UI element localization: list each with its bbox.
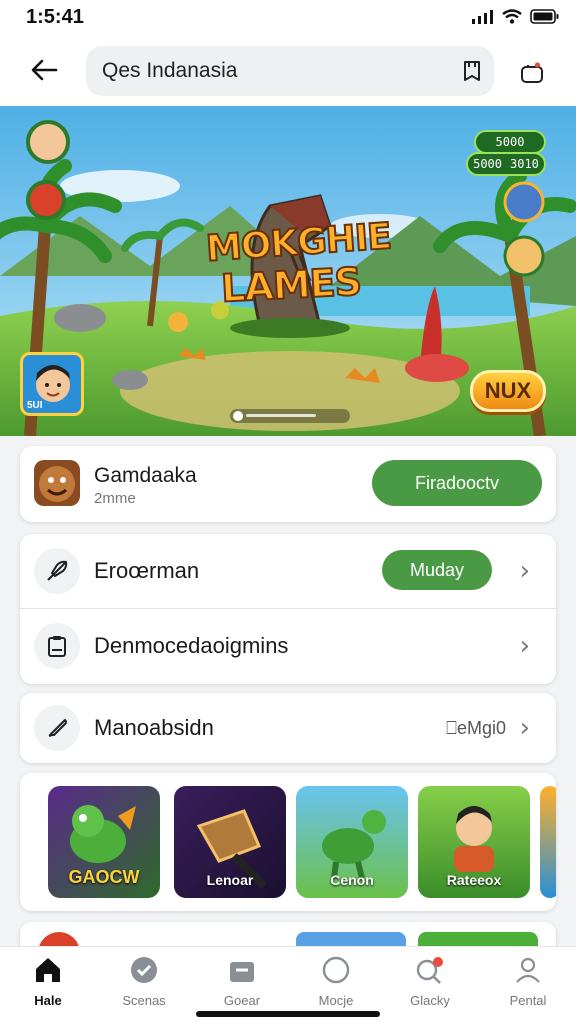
nav-scenes-label: Scenas xyxy=(122,993,166,1008)
bag-icon xyxy=(521,62,543,83)
status-bar: 1:5:41 xyxy=(0,0,576,36)
nav-pental[interactable]: Pental xyxy=(488,953,568,1008)
search-input[interactable]: Qes Indanasia xyxy=(86,46,494,96)
bookmark-button[interactable] xyxy=(450,46,494,96)
person-icon xyxy=(516,957,540,983)
nav-glacky[interactable]: Glacky xyxy=(390,953,470,1008)
circle-icon xyxy=(322,956,350,984)
nav-glacky-label: Glacky xyxy=(410,993,450,1008)
menu-row-1-icon-wrap xyxy=(34,548,80,594)
game-tile-partial[interactable] xyxy=(540,786,556,898)
status-time: 1:5:41 xyxy=(26,6,84,28)
menu-row-3[interactable]: Manoabsidn ⎕eMgi0 › xyxy=(20,691,556,765)
signal-icon xyxy=(472,9,493,24)
banner-title: MOKGHIE LAMES xyxy=(204,215,393,312)
menu-row-2-icon-wrap xyxy=(34,623,80,669)
battery-icon xyxy=(530,9,559,24)
menu-row-1-label: Eroœrman xyxy=(94,558,200,583)
banner-action-button[interactable]: NUX xyxy=(470,370,546,412)
clipboard-icon xyxy=(48,636,66,657)
app-subtitle: 2mme xyxy=(94,490,136,507)
nav-home-label: Hale xyxy=(34,993,62,1008)
rocket-icon xyxy=(47,560,68,581)
stat-badge-top: 5000 xyxy=(474,130,546,154)
banner-title-line2: LAMES xyxy=(219,258,363,311)
game-tile-2[interactable]: Lenoar xyxy=(174,786,286,898)
chevron-right-icon: › xyxy=(519,713,530,743)
menu-row-3-label: Manoabsidn xyxy=(94,715,214,740)
menu-card: Eroœrman Muday › Denmocedaoigmins › xyxy=(20,534,556,684)
app-name: Gamdaaka xyxy=(94,464,197,487)
back-button[interactable] xyxy=(26,52,62,88)
store-icon xyxy=(230,962,254,982)
pen-icon xyxy=(48,719,67,737)
status-icons xyxy=(472,9,560,24)
arrow-left-icon xyxy=(31,59,58,81)
top-bar: Qes Indanasia xyxy=(0,36,576,106)
nav-home[interactable]: Hale xyxy=(8,953,88,1008)
hero-banner[interactable]: MOKGHIE LAMES 5000 5000 3010 5UI NUX xyxy=(0,106,576,436)
stat-badge-mid-left: 5000 xyxy=(473,157,502,171)
home-icon xyxy=(36,958,60,982)
wifi-icon xyxy=(502,9,522,24)
monster-face-icon xyxy=(39,466,75,502)
game-tile-4-title: Rateeox xyxy=(446,872,502,888)
menu-card-2: Manoabsidn ⎕eMgi0 › xyxy=(20,693,556,763)
nav-gear[interactable]: Goear xyxy=(202,953,282,1008)
game-tile-1[interactable]: GAOCW xyxy=(48,786,160,898)
menu-row-1-button[interactable]: Muday xyxy=(382,550,492,590)
nav-gear-label: Goear xyxy=(223,993,261,1008)
game-tile-1-title: GAOCW xyxy=(68,867,140,887)
search-notification-icon xyxy=(416,957,443,984)
menu-row-2[interactable]: Denmocedaoigmins › xyxy=(20,609,556,683)
nav-mocje-label: Mocje xyxy=(318,993,354,1008)
game-tile-3[interactable]: Cenon xyxy=(296,786,408,898)
home-indicator xyxy=(196,1011,380,1017)
menu-row-2-label: Denmocedaoigmins xyxy=(94,633,289,658)
app-card: Gamdaaka 2mme Firadooctv xyxy=(20,446,556,522)
games-carousel: GAOCW Lenoar Cenon Rateeox xyxy=(20,773,556,911)
nav-mocje[interactable]: Mocje xyxy=(296,953,376,1008)
game-tile-3-title: Cenon xyxy=(330,872,374,888)
menu-row-3-value: ⎕eMgi0 xyxy=(446,717,506,738)
game-tile-4[interactable]: Rateeox xyxy=(418,786,530,898)
search-query: Qes Indanasia xyxy=(102,59,238,82)
chevron-right-icon: › xyxy=(519,556,530,586)
nav-pental-label: Pental xyxy=(509,993,547,1008)
stat-badge-mid-right: 3010 xyxy=(510,157,539,171)
menu-row-1[interactable]: Eroœrman Muday › xyxy=(20,534,556,608)
player-avatar-label: 5UI xyxy=(27,400,43,411)
bookmark-icon xyxy=(464,61,480,81)
install-button[interactable]: Firadooctv xyxy=(372,460,542,506)
nav-scenes[interactable]: Scenas xyxy=(104,953,184,1008)
stat-badge-mid: 5000 3010 xyxy=(466,152,546,176)
menu-row-3-icon-wrap xyxy=(34,705,80,751)
app-icon xyxy=(34,460,80,506)
bag-button[interactable] xyxy=(514,54,550,90)
game-tile-2-title: Lenoar xyxy=(206,872,254,888)
player-avatar[interactable]: 5UI xyxy=(20,352,84,416)
check-badge-icon xyxy=(131,957,157,983)
chevron-right-icon: › xyxy=(519,631,530,661)
